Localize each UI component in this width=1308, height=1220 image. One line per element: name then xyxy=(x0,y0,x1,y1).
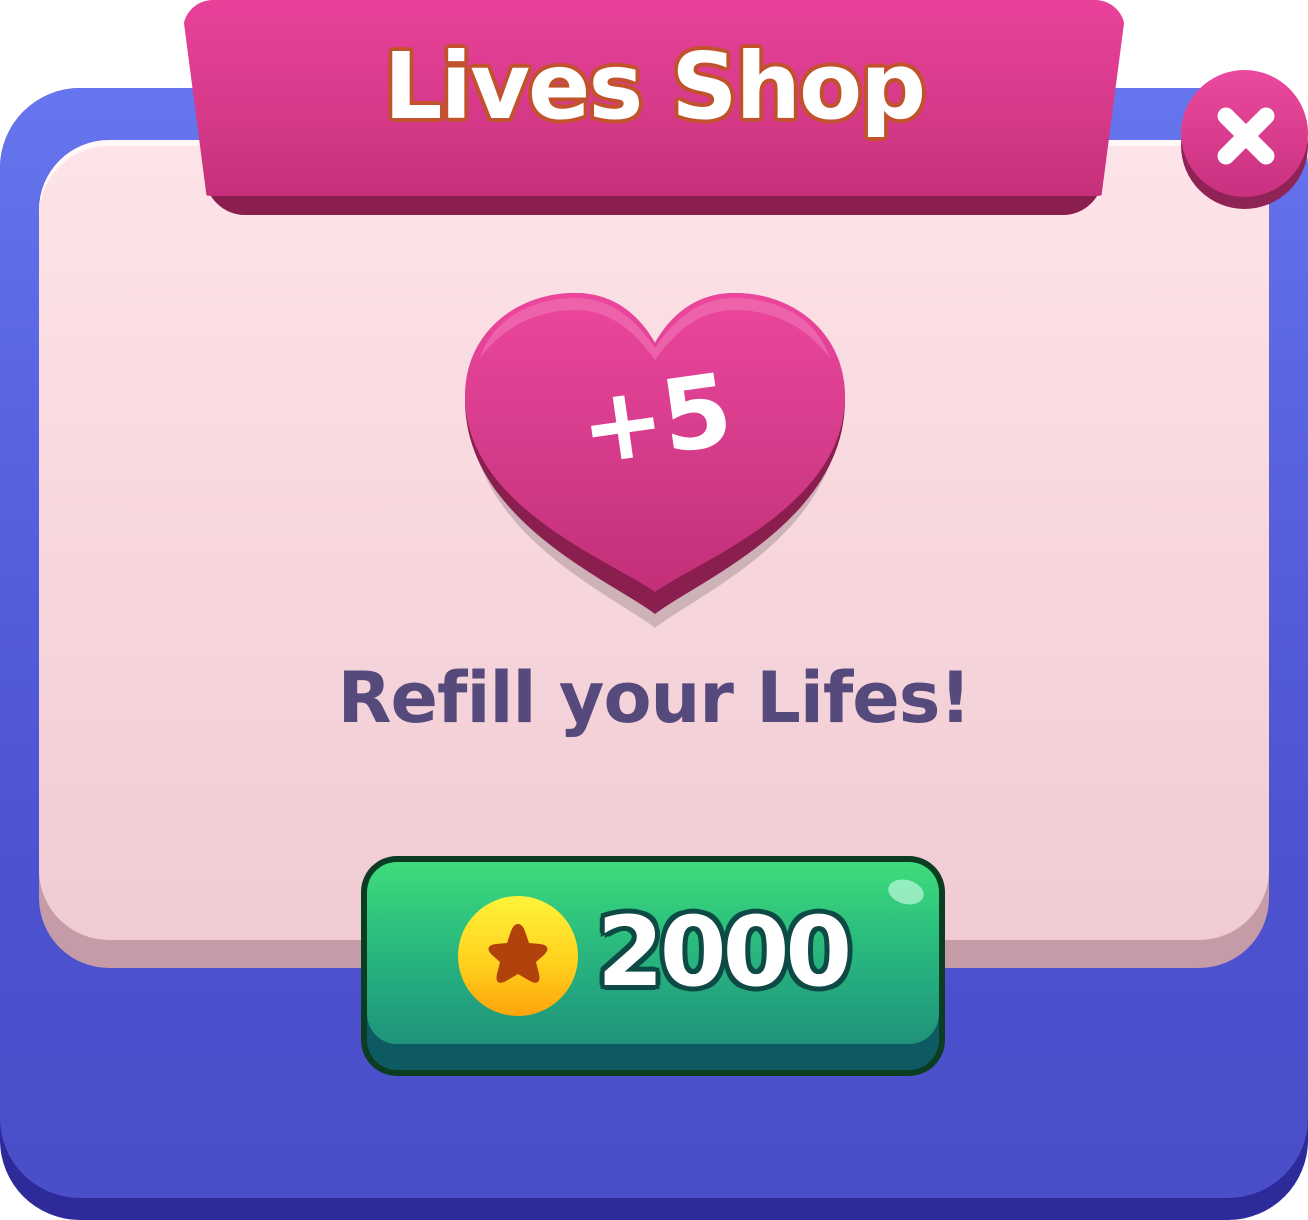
price-label: 2000 xyxy=(597,896,852,1008)
close-button[interactable] xyxy=(1181,70,1308,212)
dialog-subtitle: Refill your Lifes! xyxy=(337,657,972,739)
close-icon xyxy=(1217,107,1275,165)
star-coin-icon xyxy=(458,896,578,1016)
buy-button[interactable]: 2000 xyxy=(361,856,945,1076)
dialog-title: Lives Shop xyxy=(383,33,926,140)
lives-shop-dialog: Lives Shop +5 Refill your Lifes! 2000 xyxy=(0,0,1308,1220)
